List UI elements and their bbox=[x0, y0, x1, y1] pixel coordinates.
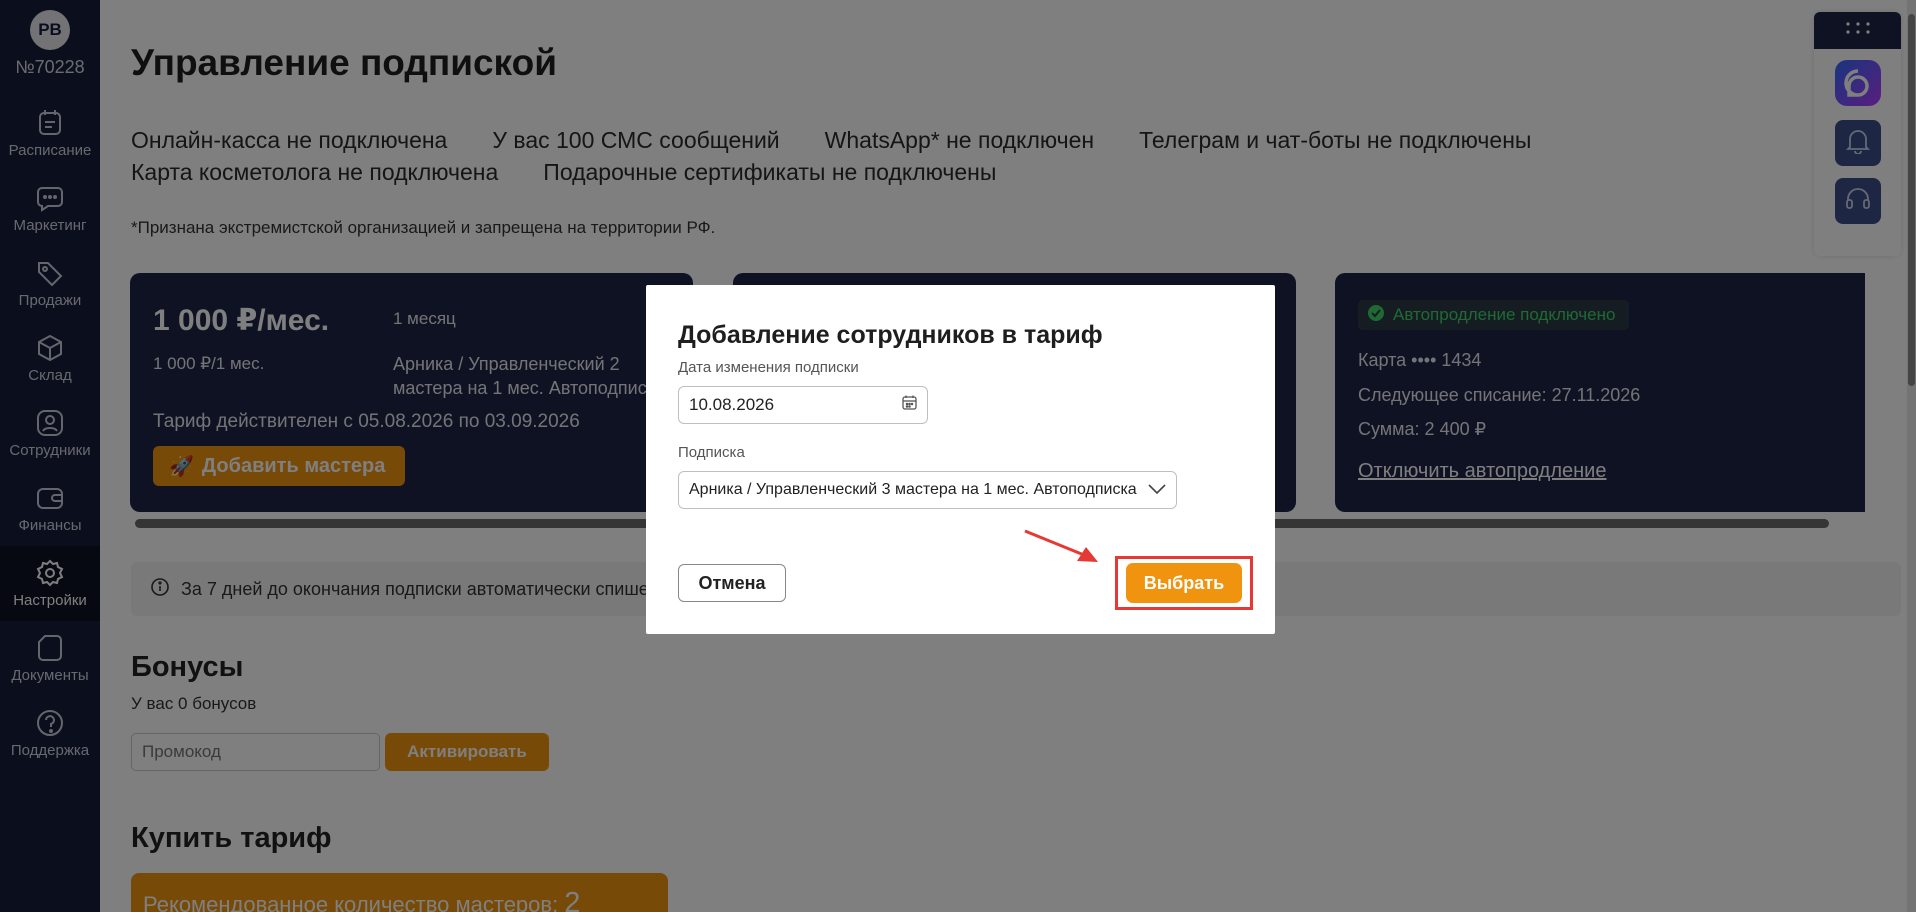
chevron-down-icon bbox=[1148, 481, 1166, 499]
calendar-icon[interactable] bbox=[902, 395, 917, 415]
date-label: Дата изменения подписки bbox=[678, 359, 859, 376]
choose-button[interactable]: Выбрать bbox=[1126, 563, 1242, 603]
add-employees-modal: Добавление сотрудников в тариф Дата изме… bbox=[646, 285, 1275, 634]
cancel-button[interactable]: Отмена bbox=[678, 564, 786, 602]
annotation-arrow-icon bbox=[1024, 529, 1098, 562]
subscription-value: Арника / Управленческий 3 мастера на 1 м… bbox=[689, 481, 1137, 498]
subscription-label: Подписка bbox=[678, 444, 745, 461]
subscription-select[interactable]: Арника / Управленческий 3 мастера на 1 м… bbox=[678, 471, 1177, 509]
date-input[interactable]: 10.08.2026 bbox=[678, 386, 928, 424]
modal-title: Добавление сотрудников в тариф bbox=[678, 321, 1103, 349]
date-value: 10.08.2026 bbox=[689, 395, 775, 414]
